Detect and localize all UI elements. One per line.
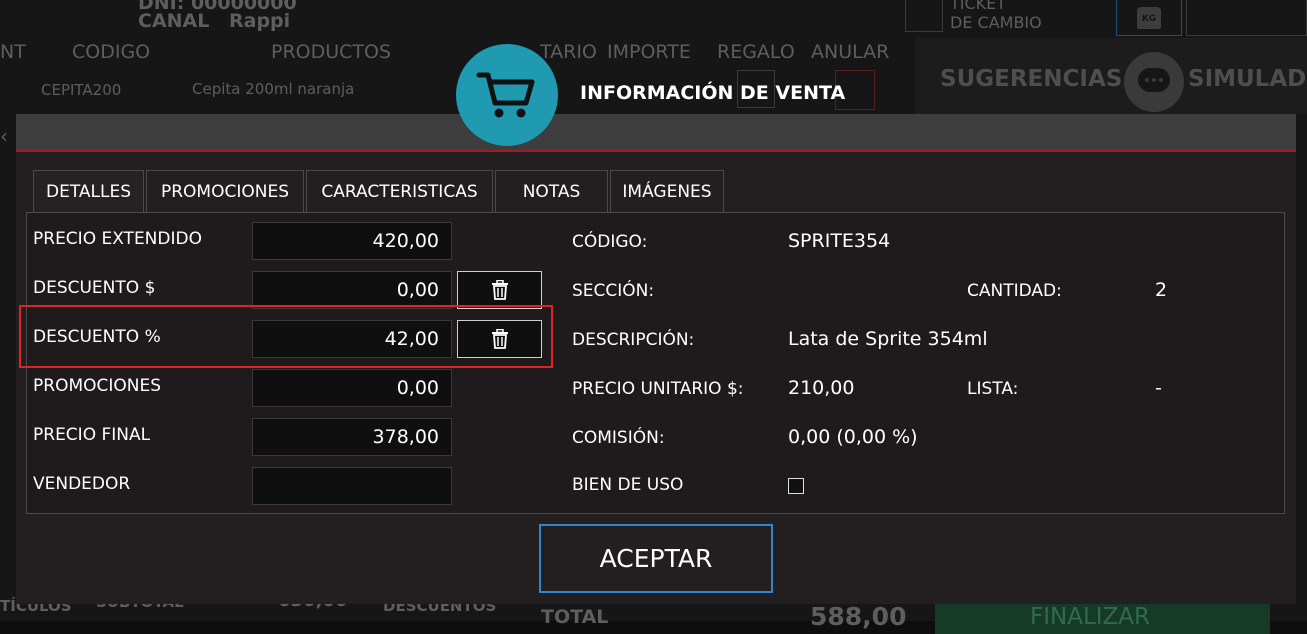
bg-col-codigo: CODIGO — [72, 41, 151, 63]
promociones-label: PROMOCIONES — [33, 376, 162, 396]
scale-icon: KG — [1137, 7, 1161, 29]
bg-total-label: TOTAL — [541, 606, 609, 628]
descripcion-label: DESCRIPCIÓN: — [572, 330, 695, 350]
bg-simulador-label: SIMULADO — [1188, 66, 1307, 92]
descuento-monto-field[interactable]: 0,00 — [252, 271, 452, 309]
comision-label: COMISIÓN: — [572, 428, 665, 448]
bg-left-chevron-icon: ‹ — [0, 124, 8, 148]
cart-badge — [456, 44, 558, 146]
precio-extendido-label: PRECIO EXTENDIDO — [33, 229, 202, 249]
bg-ticket-label-2: DE CAMBIO — [950, 13, 1042, 32]
modal-header-bar — [16, 114, 1296, 152]
precio-unitario-value: 210,00 — [788, 377, 855, 399]
bg-col-anular: ANULAR — [811, 41, 890, 63]
bg-row-code: CEPITA200 — [41, 81, 122, 99]
descripcion-value: Lata de Sprite 354ml — [788, 328, 988, 350]
codigo-value: SPRITE354 — [788, 230, 891, 252]
seccion-label: SECCIÓN: — [572, 281, 655, 301]
bg-row-product: Cepita 200ml naranja — [192, 80, 355, 98]
cantidad-label: CANTIDAD: — [967, 281, 1062, 301]
precio-unitario-label: PRECIO UNITARIO $: — [572, 379, 744, 399]
bg-sugerencias-label: SUGERENCIAS — [940, 66, 1123, 92]
promociones-field: 0,00 — [252, 369, 452, 407]
cantidad-value: 2 — [1155, 279, 1168, 301]
lista-label: LISTA: — [967, 379, 1019, 399]
chat-icon — [1124, 52, 1184, 112]
bg-top-right-box — [1186, 0, 1307, 36]
bg-canal-label: CANAL — [138, 10, 210, 32]
bg-total-value: 588,00 — [810, 602, 907, 631]
lista-value: - — [1155, 377, 1162, 399]
bg-col-regalo: REGALO — [717, 41, 795, 63]
bg-col-cant: NT — [0, 41, 26, 63]
precio-final-label: PRECIO FINAL — [33, 425, 151, 445]
bg-col-unitario: TARIO — [540, 41, 597, 63]
bg-finalizar-button[interactable]: FINALIZAR — [935, 604, 1270, 634]
trash-icon — [491, 280, 508, 300]
vendedor-label: VENDEDOR — [33, 474, 131, 494]
bg-ticket-label-1: TICKET — [950, 0, 1007, 13]
bg-finalizar-label: FINALIZAR — [1030, 604, 1151, 630]
aceptar-button[interactable]: ACEPTAR — [539, 524, 773, 593]
tab-promociones[interactable]: PROMOCIONES — [146, 170, 304, 212]
codigo-label: CÓDIGO: — [572, 232, 648, 252]
bien-de-uso-checkbox[interactable] — [788, 478, 804, 494]
bg-ticket-checkbox[interactable] — [905, 0, 943, 32]
precio-extendido-field[interactable]: 420,00 — [252, 222, 452, 260]
bg-col-importe: IMPORTE — [607, 41, 691, 63]
shopping-cart-icon — [476, 72, 535, 118]
descuento-pct-highlight — [19, 305, 553, 368]
comision-value: 0,00 (0,00 %) — [788, 426, 918, 448]
bg-canal-value: Rappi — [229, 10, 291, 32]
clear-descuento-monto-button[interactable] — [457, 271, 542, 309]
tab-caracteristicas[interactable]: CARACTERISTICAS — [306, 170, 493, 212]
bien-de-uso-label: BIEN DE USO — [572, 475, 684, 495]
bg-col-productos: PRODUCTOS — [271, 41, 392, 63]
tab-detalles[interactable]: DETALLES — [33, 170, 144, 212]
bg-scale-button[interactable]: KG — [1116, 0, 1182, 36]
precio-final-field[interactable]: 378,00 — [252, 418, 452, 456]
modal-title: INFORMACIÓN DE VENTA — [580, 82, 846, 104]
tab-notas[interactable]: NOTAS — [495, 170, 608, 212]
tab-imagenes[interactable]: IMÁGENES — [610, 170, 724, 212]
descuento-monto-label: DESCUENTO $ — [33, 278, 156, 298]
vendedor-field[interactable] — [252, 467, 452, 505]
